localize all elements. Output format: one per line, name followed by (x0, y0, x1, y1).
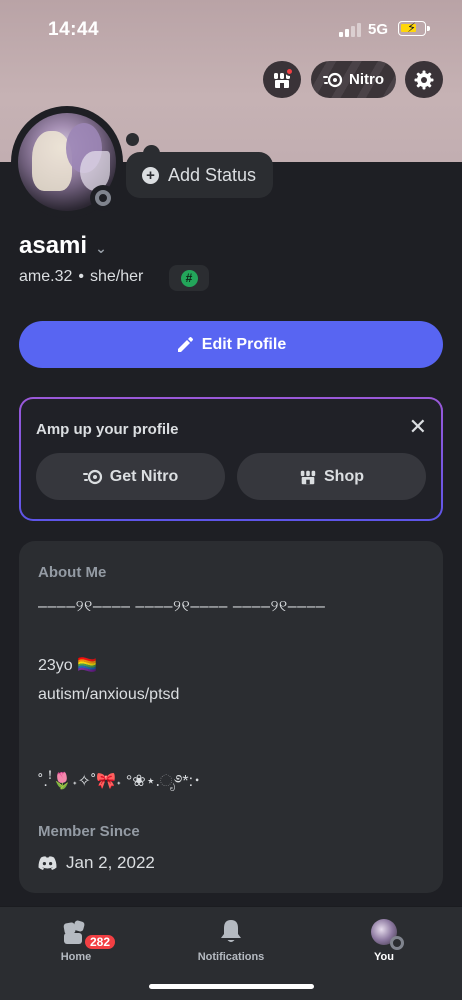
close-icon[interactable]: ✕ (409, 416, 427, 438)
about-line: ––––୨୧–––– ––––୨୧–––– ––––୨୧–––– (38, 598, 326, 615)
gear-icon (414, 70, 434, 89)
chevron-down-icon: ⌄ (95, 239, 107, 256)
display-name-text: asami (19, 232, 88, 259)
status-bubble-dot (126, 133, 139, 146)
nitro-icon (323, 72, 343, 87)
edit-profile-label: Edit Profile (201, 335, 287, 353)
avatar (371, 919, 404, 950)
tab-you[interactable]: You (329, 919, 439, 963)
amp-profile-card: Amp up your profile ✕ Get Nitro Shop (19, 397, 443, 521)
shop-icon (300, 470, 316, 484)
edit-profile-button[interactable]: Edit Profile (19, 321, 443, 368)
nitro-label: Nitro (349, 71, 384, 88)
shop-card-button[interactable]: Shop (237, 453, 426, 500)
status-bar: 14:44 5G ⚡ (0, 0, 462, 60)
hypesquad-badge[interactable]: # (169, 265, 209, 291)
unread-badge: 282 (83, 933, 118, 951)
username-line: ame.32 • she/her (19, 268, 143, 286)
battery-icon: ⚡ (398, 20, 430, 36)
about-line: 23yo 🏳️‍🌈 (38, 657, 98, 674)
separator: • (78, 268, 84, 285)
network-label: 5G (368, 21, 389, 38)
nitro-icon (82, 469, 102, 484)
about-line: autism/anxious/ptsd (38, 686, 180, 703)
bell-icon (221, 920, 241, 942)
member-since-date: Jan 2, 2022 (66, 853, 155, 872)
shop-label: Shop (324, 467, 364, 485)
pronouns: she/her (89, 268, 144, 285)
tab-you-label: You (374, 951, 394, 963)
add-status-button[interactable]: + Add Status (126, 152, 273, 198)
about-line: ˚.ꜝ🌷˖✧˚🎀˖ °❀⋆.ೃ࿔*:･ (38, 773, 202, 790)
add-status-label: Add Status (168, 164, 257, 185)
tab-notifications[interactable]: Notifications (176, 919, 286, 963)
discord-icon (38, 856, 57, 870)
offline-status-icon (90, 185, 116, 211)
member-since-label: Member Since (38, 823, 140, 840)
amp-card-title: Amp up your profile (36, 421, 179, 438)
get-nitro-label: Get Nitro (109, 467, 179, 485)
hash-icon: # (180, 269, 198, 287)
settings-button[interactable] (405, 61, 443, 98)
username: ame.32 (19, 268, 73, 285)
tab-home[interactable]: 282 Home (21, 919, 131, 963)
plus-icon: + (142, 166, 159, 184)
shop-button[interactable] (263, 61, 301, 98)
pencil-icon (177, 336, 193, 352)
display-name[interactable]: asami ⌄ (19, 232, 107, 260)
signal-icon (339, 23, 361, 37)
offline-status-icon (390, 936, 404, 950)
notification-dot (285, 67, 294, 76)
tab-notifications-label: Notifications (197, 951, 265, 963)
home-indicator[interactable] (149, 984, 314, 989)
get-nitro-button[interactable]: Get Nitro (36, 453, 225, 500)
tab-home-label: Home (60, 951, 92, 963)
member-since: Jan 2, 2022 (38, 853, 155, 873)
clock: 14:44 (48, 19, 100, 40)
about-me-card: About Me ––––୨୧–––– ––––୨୧–––– ––––୨୧–––… (19, 541, 443, 893)
nitro-button[interactable]: Nitro (311, 61, 396, 98)
about-me-label: About Me (38, 564, 107, 581)
